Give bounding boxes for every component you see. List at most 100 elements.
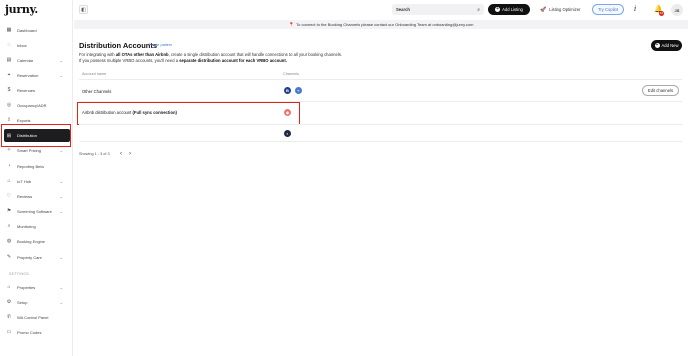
chevron-down-icon: ⌄ <box>59 254 63 260</box>
sidebar-item-occupancy-adr[interactable]: ◎ Occupancy/ADR <box>6 99 70 111</box>
sidebar: jurny. ▦ Dashboard ◌ Inbox ▤ Calendar ⌄ … <box>0 0 73 356</box>
search-input[interactable]: Search ⌕ <box>392 4 484 15</box>
sidebar-item-label: WA Control Panel <box>17 314 49 320</box>
sidebar-item-label: Dashboard <box>17 27 37 33</box>
desc-text: For integrating with <box>79 52 116 57</box>
sidebar-item-label: Smart Pricing <box>17 147 42 153</box>
jurny-logo[interactable]: jurny. <box>5 3 38 16</box>
pin-icon: 📍 <box>288 21 295 27</box>
info-icon[interactable]: i <box>634 5 636 13</box>
globe-icon: ◍ <box>6 238 12 244</box>
search-value: Search <box>396 7 410 12</box>
heart-icon: ♡ <box>6 193 12 199</box>
chevron-down-icon: ⌄ <box>59 178 63 184</box>
prev-page-icon[interactable]: ‹ <box>120 151 122 157</box>
column-header-channels: Channels <box>283 72 300 76</box>
sidebar-item-revenues[interactable]: $ Revenues <box>6 84 70 96</box>
sidebar-toggle-icon[interactable]: ◧ <box>79 5 88 14</box>
add-listing-label: Add Listing <box>502 7 523 12</box>
sidebar-item-reservation[interactable]: ⌖ Reservation ⌄ <box>6 69 70 81</box>
sidebar-item-promo-codes[interactable]: ▭ Promo Codes <box>6 326 70 338</box>
dollar-icon: $ <box>7 87 11 93</box>
avatar[interactable]: JS <box>671 4 683 16</box>
description-line-1: For integrating with all OTAs other than… <box>79 52 342 57</box>
desc-text: If you possess multiple VRBO accounts, y… <box>79 58 180 63</box>
chevron-down-icon: ⌄ <box>59 147 63 153</box>
chevron-down-icon: ⌄ <box>59 208 63 214</box>
sidebar-item-property-care[interactable]: ✎ Property Care ⌄ <box>6 251 70 263</box>
sidebar-item-label: Inbox <box>17 42 27 48</box>
account-name-other-channels: Other Channels <box>82 89 112 94</box>
sidebar-item-properties[interactable]: ⌂ Properties ⌄ <box>6 281 70 293</box>
add-listing-button[interactable]: + Add Listing <box>488 4 530 15</box>
edit-channels-button[interactable]: Edit channels <box>642 85 679 96</box>
tools-icon: ✎ <box>6 254 12 260</box>
listing-optimizer-button[interactable]: 🚀 Listing Optimizer <box>540 4 580 15</box>
pricing-icon: ✧ <box>6 147 12 153</box>
sidebar-item-label: Calendar <box>17 57 34 63</box>
sidebar-item-label: Booking Engine <box>17 238 46 244</box>
divider <box>79 124 682 125</box>
flag-icon: ⚑ <box>6 208 12 214</box>
sidebar-item-booking-engine[interactable]: ◍ Booking Engine <box>6 235 70 247</box>
check-circle-icon: ◎ <box>6 102 12 108</box>
gear-icon: ⚙ <box>6 299 12 305</box>
home-icon: ⌂ <box>7 284 11 290</box>
vrbo-icon: ◐ <box>284 130 291 137</box>
ticket-icon: ▭ <box>6 329 12 335</box>
sidebar-item-calendar[interactable]: ▤ Calendar ⌄ <box>6 54 70 66</box>
search-icon: ⌕ <box>7 223 11 229</box>
sidebar-item-label: Properties <box>17 284 36 290</box>
sidebar-item-wa-control-panel[interactable]: ✆ WA Control Panel <box>6 311 70 323</box>
app-root: jurny. ▦ Dashboard ◌ Inbox ▤ Calendar ⌄ … <box>0 0 688 356</box>
report-icon: ◔ <box>7 163 11 169</box>
highlight-box-airbnb-row <box>77 102 300 125</box>
listing-optimizer-label: Listing Optimizer <box>549 7 581 12</box>
sidebar-item-setup[interactable]: ⚙ Setup ⌄ <box>6 296 70 308</box>
pagination-summary: Showing 1 - 3 of 3 <box>79 152 110 156</box>
chevron-down-icon: ⌄ <box>59 299 63 305</box>
sidebar-item-iot-hub[interactable]: ⌂ IoT Hub ⌄ <box>6 175 70 187</box>
sidebar-item-label: Setup <box>17 299 28 305</box>
sidebar-item-reporting[interactable]: ◔ Reporting Beta <box>6 160 70 172</box>
chevron-down-icon: ⌄ <box>59 284 63 290</box>
next-page-icon[interactable]: › <box>129 151 131 157</box>
rocket-icon: 🚀 <box>540 6 547 13</box>
plus-icon: + <box>654 42 660 48</box>
sidebar-item-label: Monitoring <box>17 223 36 229</box>
export-icon: ⇪ <box>6 117 12 123</box>
try-copilot-button[interactable]: Try Copilot <box>592 4 624 15</box>
grid-icon: ▦ <box>6 27 12 33</box>
page-title: Distribution Accounts <box>79 41 158 50</box>
banner-text: To connect to the Booking Channels pleas… <box>296 22 474 27</box>
sidebar-item-smart-pricing[interactable]: ✧ Smart Pricing ⌄ <box>6 144 70 156</box>
chat-icon: ◌ <box>7 42 11 48</box>
chevron-down-icon: ⌄ <box>59 57 63 63</box>
sidebar-item-dashboard[interactable]: ▦ Dashboard <box>6 24 70 36</box>
desc-bold: all OTAs other than Airbnb <box>115 52 169 57</box>
pin-icon: ⌖ <box>7 72 11 78</box>
sidebar-item-reviews[interactable]: ♡ Reviews ⌄ <box>6 190 70 202</box>
sidebar-item-label: Screening Software <box>17 208 52 214</box>
sidebar-item-label: Reservation <box>17 72 39 78</box>
create-pattern-link[interactable]: Create pattern <box>148 43 172 47</box>
sidebar-item-monitoring[interactable]: ⌕ Monitoring <box>6 220 70 232</box>
sidebar-item-label: IoT Hub <box>17 178 32 184</box>
sidebar-item-inbox[interactable]: ◌ Inbox <box>6 39 70 51</box>
description-line-2: If you possess multiple VRBO accounts, y… <box>79 58 287 63</box>
desc-text: , create a single distribution account t… <box>168 52 343 57</box>
add-new-label: Add New <box>661 43 679 48</box>
add-new-button[interactable]: + Add New <box>651 40 682 51</box>
sidebar-item-screening[interactable]: ⚑ Screening Software ⌄ <box>6 205 70 217</box>
divider <box>79 141 682 142</box>
plus-icon: + <box>495 6 501 12</box>
notification-badge: 10 <box>659 11 664 16</box>
sidebar-item-label: Revenues <box>17 87 36 93</box>
search-icon: ⌕ <box>477 6 480 13</box>
divider <box>79 79 682 80</box>
desc-bold: separate distribution account for each V… <box>179 58 287 63</box>
calendar-icon: ▤ <box>6 57 12 63</box>
sidebar-item-label: Property Care <box>17 254 42 260</box>
iot-icon: ⌂ <box>7 178 11 184</box>
whatsapp-icon: ✆ <box>6 314 12 320</box>
